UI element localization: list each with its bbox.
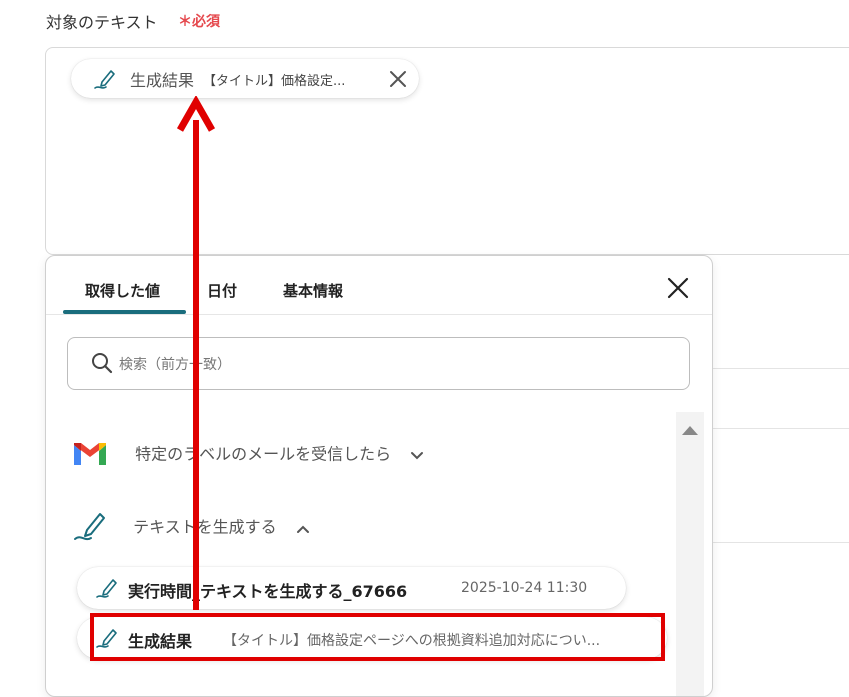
item-title: 実行時間_テキストを生成する_67666 — [128, 582, 408, 601]
annotation-arrow-shaft — [193, 120, 199, 610]
scroll-up-icon[interactable] — [680, 422, 700, 441]
search-placeholder: 検索（前方一致） — [119, 357, 231, 373]
tab-date[interactable]: 日付 — [207, 280, 237, 301]
chip-subtitle: 【タイトル】価格設定... — [203, 74, 346, 89]
section-label: 特定のラベルのメールを受信したら — [135, 444, 392, 464]
pen-icon — [95, 576, 121, 604]
gmail-icon — [72, 439, 108, 471]
background-divider — [712, 428, 849, 429]
item-meta: 2025-10-24 11:30 — [461, 580, 588, 596]
annotation-highlight-box — [90, 613, 665, 661]
search-input[interactable]: 検索（前方一致） — [67, 337, 690, 390]
annotation-arrow-head — [176, 96, 216, 132]
close-icon[interactable] — [666, 276, 690, 304]
chevron-down-icon — [410, 446, 424, 465]
scrollbar[interactable] — [676, 412, 704, 696]
pen-icon — [72, 509, 110, 547]
tab-basic-info[interactable]: 基本情報 — [283, 280, 343, 301]
field-label: 対象のテキスト — [46, 13, 158, 32]
chevron-up-icon — [296, 519, 310, 538]
background-divider — [712, 368, 849, 369]
section-generate-text[interactable]: テキストを生成する — [72, 509, 310, 547]
section-label: テキストを生成する — [133, 517, 277, 537]
selected-value-chip[interactable]: 生成結果 【タイトル】価格設定... — [71, 59, 419, 98]
required-badge: ＊必須 — [178, 14, 220, 30]
pen-icon — [93, 67, 119, 95]
tabs-divider — [46, 314, 712, 315]
chip-title: 生成結果 — [130, 71, 195, 90]
tab-acquired-values[interactable]: 取得した値 — [85, 280, 160, 301]
section-gmail-trigger[interactable]: 特定のラベルのメールを受信したら — [72, 439, 424, 471]
search-icon — [90, 351, 114, 379]
background-divider — [712, 542, 849, 543]
chip-remove-icon[interactable] — [389, 70, 407, 92]
list-item-execution-time[interactable]: 実行時間_テキストを生成する_67666 2025-10-24 11:30 — [77, 567, 626, 609]
